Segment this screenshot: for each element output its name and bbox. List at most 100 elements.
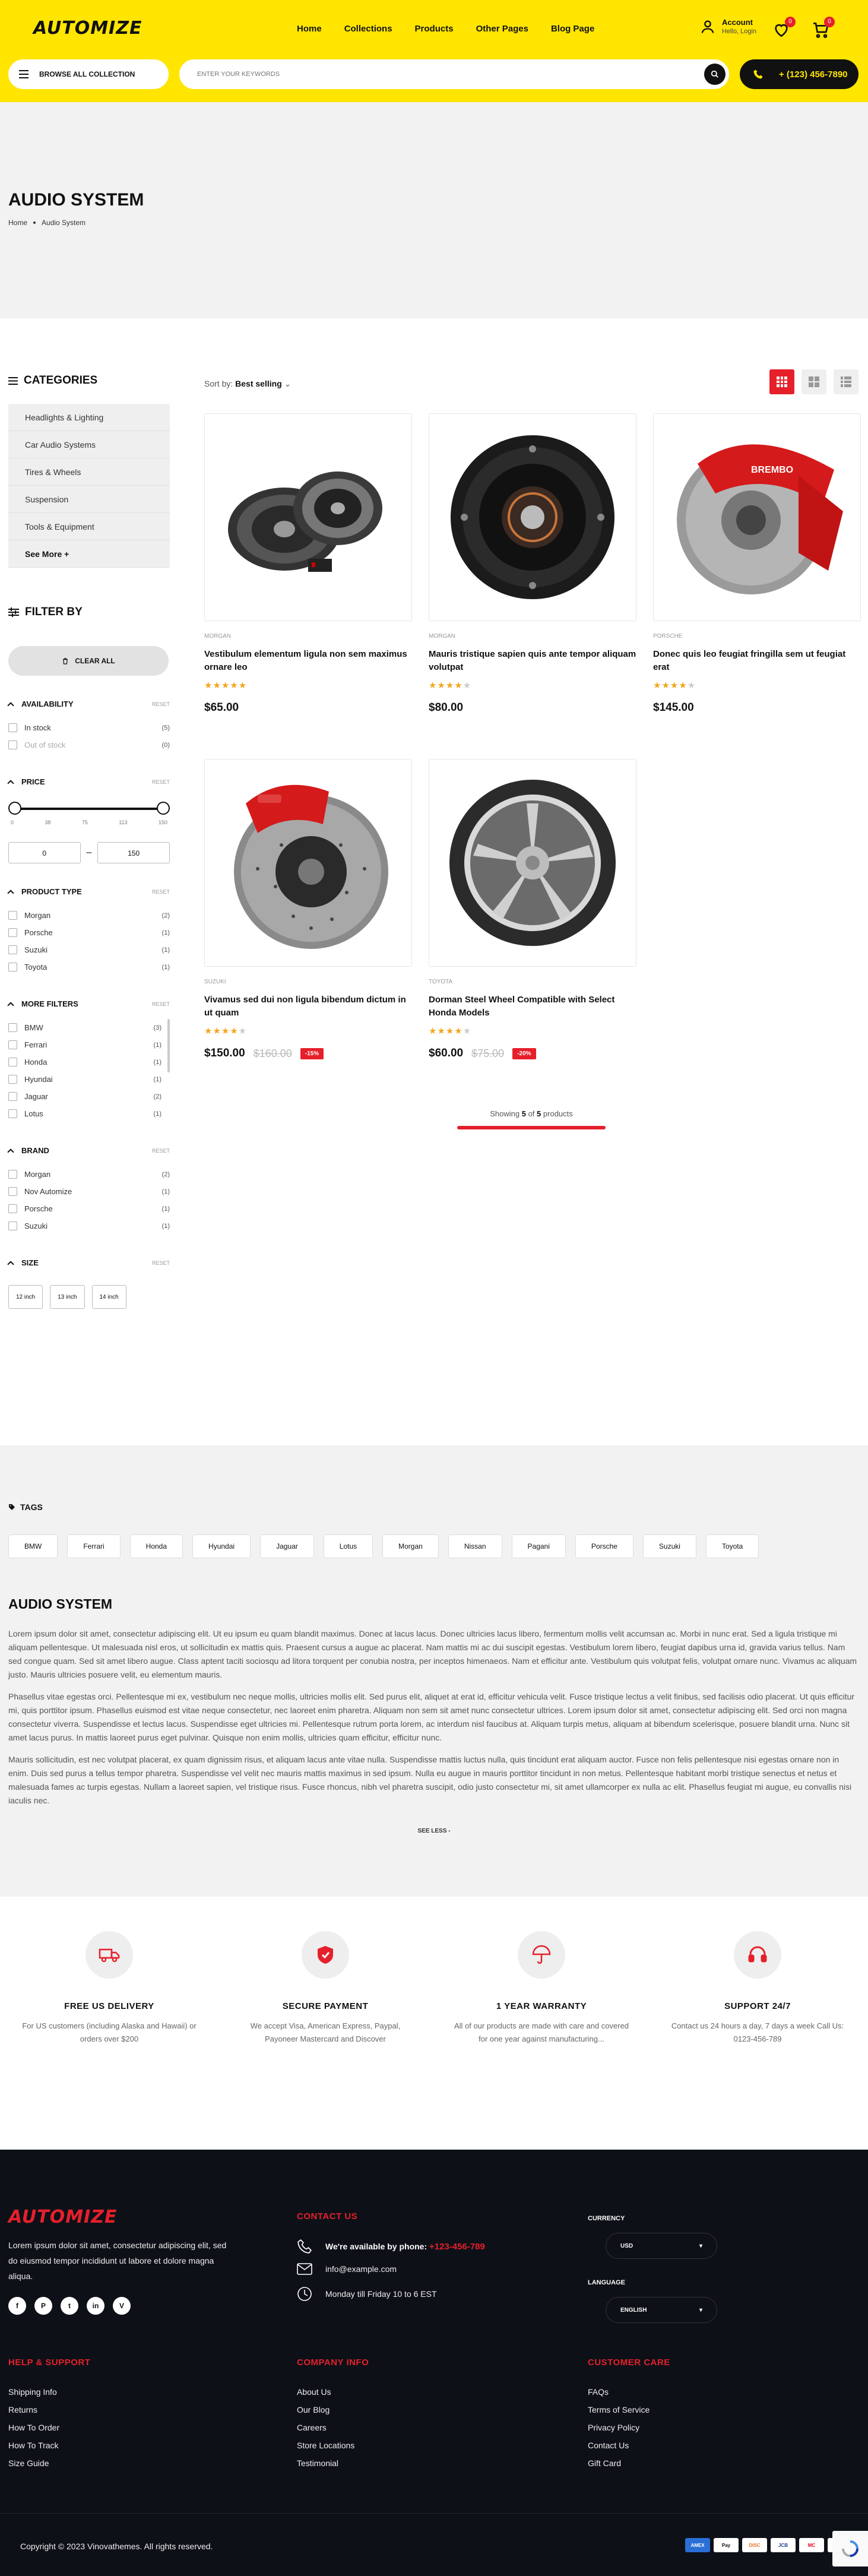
category-item[interactable]: Suspension xyxy=(8,486,170,513)
wishlist-button[interactable]: 0 xyxy=(772,17,796,39)
category-item[interactable]: Tires & Wheels xyxy=(8,458,170,486)
product-card[interactable]: BREMBO PORSCHE Donec quis leo feugiat fr… xyxy=(653,413,861,714)
product-card[interactable]: SUZUKI Vivamus sed dui non ligula bibend… xyxy=(204,759,412,1060)
vimeo-icon[interactable]: V xyxy=(113,2297,131,2315)
tag-chip[interactable]: Porsche xyxy=(575,1534,633,1558)
see-more-link[interactable]: See More + xyxy=(8,540,170,568)
tag-chip[interactable]: Lotus xyxy=(323,1534,373,1558)
availability-toggle[interactable]: AVAILABILITY xyxy=(7,700,74,709)
filter-option[interactable]: Suzuki (1) xyxy=(8,1217,170,1235)
footer-link[interactable]: Contact Us xyxy=(588,2441,650,2458)
search-button[interactable] xyxy=(704,64,726,85)
filter-option[interactable]: Ferrari (1) xyxy=(8,1036,161,1053)
product-name[interactable]: Vestibulum elementum ligula non sem maxi… xyxy=(204,648,412,674)
product-type-toggle[interactable]: PRODUCT TYPE xyxy=(7,887,82,897)
facebook-icon[interactable]: f xyxy=(8,2297,26,2315)
pinterest-icon[interactable]: P xyxy=(34,2297,52,2315)
tag-chip[interactable]: BMW xyxy=(8,1534,58,1558)
checkbox[interactable] xyxy=(8,1204,17,1213)
tag-chip[interactable]: Honda xyxy=(129,1534,183,1558)
nav-products[interactable]: Products xyxy=(415,24,454,34)
tag-chip[interactable]: Ferrari xyxy=(67,1534,121,1558)
category-item[interactable]: Car Audio Systems xyxy=(8,431,170,458)
product-name[interactable]: Mauris tristique sapien quis ante tempor… xyxy=(429,648,636,674)
category-item[interactable]: Headlights & Lighting xyxy=(8,404,170,431)
footer-link[interactable]: About Us xyxy=(297,2387,354,2405)
price-min-handle[interactable] xyxy=(8,802,21,815)
footer-link[interactable]: Our Blog xyxy=(297,2405,354,2423)
reset-link[interactable]: RESET xyxy=(152,701,170,707)
tag-chip[interactable]: Suzuki xyxy=(642,1534,696,1558)
filter-option[interactable]: Suzuki (1) xyxy=(8,941,170,958)
tag-chip[interactable]: Nissan xyxy=(448,1534,502,1558)
footer-link[interactable]: Size Guide xyxy=(8,2458,59,2476)
checkbox[interactable] xyxy=(8,963,17,971)
linkedin-icon[interactable]: in xyxy=(87,2297,104,2315)
footer-logo[interactable]: AUTOMIZE xyxy=(8,2207,117,2227)
checkbox[interactable] xyxy=(8,1092,17,1101)
tag-chip[interactable]: Hyundai xyxy=(192,1534,251,1558)
filter-option[interactable]: Porsche (1) xyxy=(8,924,170,941)
footer-link[interactable]: Terms of Service xyxy=(588,2405,650,2423)
filter-scrollbar[interactable] xyxy=(167,1019,170,1072)
footer-link[interactable]: Gift Card xyxy=(588,2458,650,2476)
filter-option[interactable]: Morgan (2) xyxy=(8,1166,170,1183)
account-link[interactable]: Account Hello, Login xyxy=(699,18,756,35)
product-image[interactable] xyxy=(429,759,636,967)
filter-option[interactable]: Morgan (2) xyxy=(8,907,170,924)
product-card[interactable]: TOYOTA Dorman Steel Wheel Compatible wit… xyxy=(429,759,636,1060)
language-select[interactable]: ENGLISH ▾ xyxy=(606,2297,717,2323)
footer-link[interactable]: Privacy Policy xyxy=(588,2423,650,2441)
checkbox[interactable] xyxy=(8,1058,17,1067)
price-max-handle[interactable] xyxy=(157,802,170,815)
grid-3-view-button[interactable] xyxy=(769,369,794,394)
currency-select[interactable]: USD ▾ xyxy=(606,2233,717,2259)
product-name[interactable]: Dorman Steel Wheel Compatible with Selec… xyxy=(429,993,636,1020)
footer-link[interactable]: Store Locations xyxy=(297,2441,354,2458)
breadcrumb-home[interactable]: Home xyxy=(8,219,27,227)
checkbox[interactable] xyxy=(8,1023,17,1032)
checkbox[interactable] xyxy=(8,911,17,920)
contact-phone-number[interactable]: +123-456-789 xyxy=(429,2242,485,2252)
nav-home[interactable]: Home xyxy=(297,24,322,34)
size-option[interactable]: 13 inch xyxy=(50,1285,85,1309)
checkbox[interactable] xyxy=(8,723,17,732)
size-option[interactable]: 12 inch xyxy=(8,1285,43,1309)
recaptcha-badge[interactable] xyxy=(832,2531,868,2566)
footer-link[interactable]: How To Order xyxy=(8,2423,59,2441)
category-item[interactable]: Tools & Equipment xyxy=(8,513,170,540)
footer-link[interactable]: FAQs xyxy=(588,2387,650,2405)
product-image[interactable] xyxy=(429,413,636,621)
site-logo[interactable]: AUTOMIZE xyxy=(33,18,142,39)
browse-collections-button[interactable]: BROWSE ALL COLLECTION xyxy=(8,59,169,89)
filter-option[interactable]: Honda (1) xyxy=(8,1053,161,1071)
product-name[interactable]: Vivamus sed dui non ligula bibendum dict… xyxy=(204,993,412,1020)
footer-link[interactable]: How To Track xyxy=(8,2441,59,2458)
footer-link[interactable]: Shipping Info xyxy=(8,2387,59,2405)
reset-link[interactable]: RESET xyxy=(152,889,170,895)
reset-link[interactable]: RESET xyxy=(152,1260,170,1266)
checkbox[interactable] xyxy=(8,1221,17,1230)
product-card[interactable]: MORGAN Mauris tristique sapien quis ante… xyxy=(429,413,636,714)
filter-option[interactable]: Porsche (1) xyxy=(8,1200,170,1217)
product-name[interactable]: Donec quis leo feugiat fringilla sem ut … xyxy=(653,648,861,674)
search-input[interactable] xyxy=(179,59,678,89)
grid-4-view-button[interactable] xyxy=(802,369,826,394)
cart-button[interactable]: 0 xyxy=(811,17,835,39)
twitter-icon[interactable]: t xyxy=(61,2297,78,2315)
filter-option[interactable]: BMW (3) xyxy=(8,1019,161,1036)
price-slider[interactable] xyxy=(8,802,170,816)
more-filters-toggle[interactable]: MORE FILTERS xyxy=(7,999,78,1009)
clear-all-button[interactable]: CLEAR ALL xyxy=(8,646,169,676)
footer-link[interactable]: Returns xyxy=(8,2405,59,2423)
brand-toggle[interactable]: BRAND xyxy=(7,1146,49,1156)
tag-chip[interactable]: Pagani xyxy=(511,1534,566,1558)
filter-option[interactable]: In stock (5) xyxy=(8,719,170,736)
tag-chip[interactable]: Toyota xyxy=(705,1534,759,1558)
footer-link[interactable]: Testimonial xyxy=(297,2458,354,2476)
price-toggle[interactable]: PRICE xyxy=(7,777,45,787)
checkbox[interactable] xyxy=(8,928,17,937)
tag-chip[interactable]: Jaguar xyxy=(260,1534,314,1558)
product-card[interactable]: MORGAN Vestibulum elementum ligula non s… xyxy=(204,413,412,714)
checkbox[interactable] xyxy=(8,1109,17,1118)
